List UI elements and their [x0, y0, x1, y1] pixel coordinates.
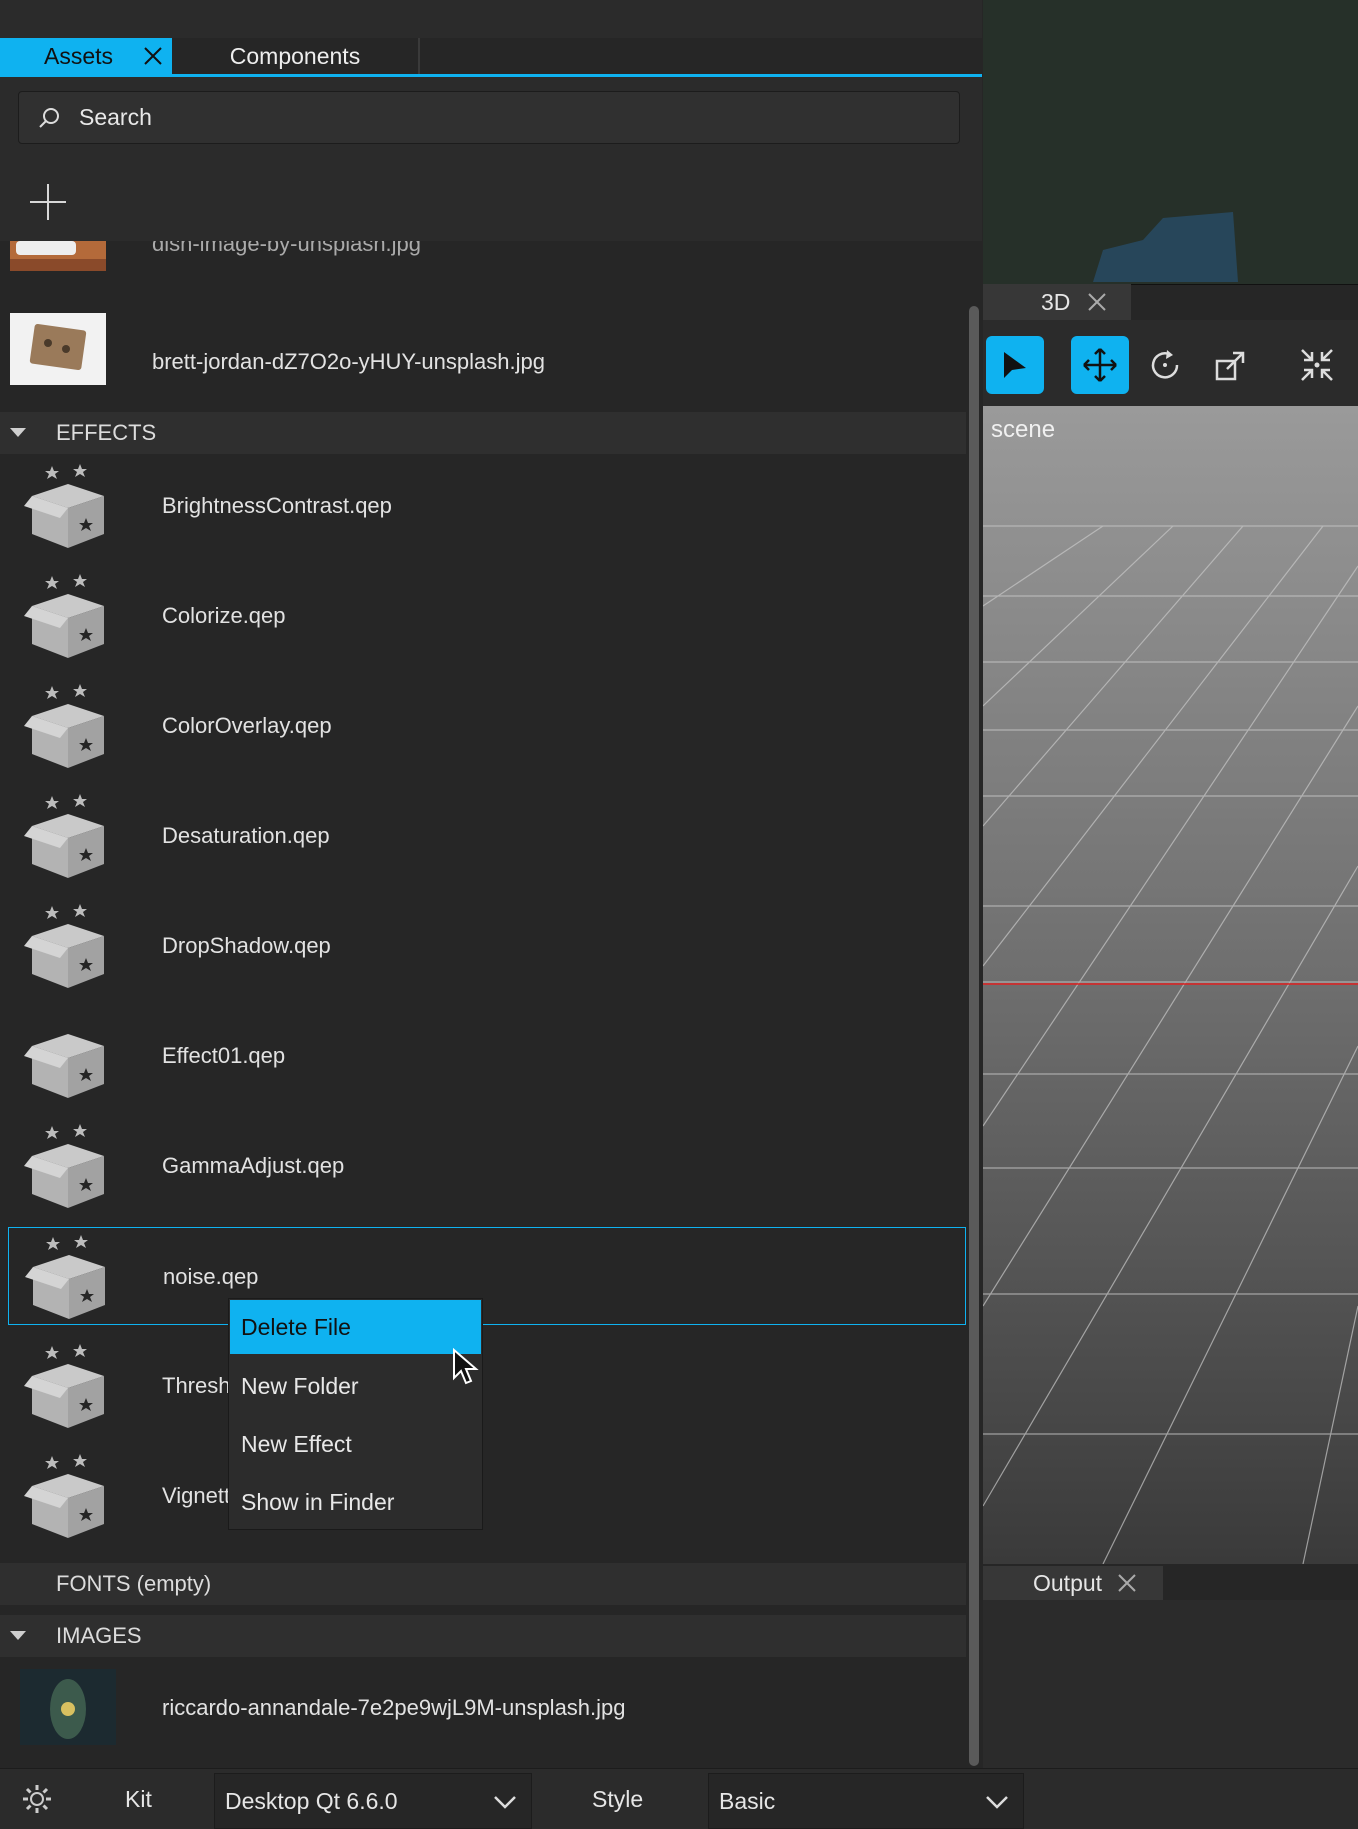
style-label: Style — [592, 1785, 644, 1812]
viewport-preview — [983, 0, 1358, 284]
menu-item-new-effect[interactable]: New Effect — [230, 1417, 481, 1471]
asset-list: dish-image-by-unsplash.jpg brett-jordan-… — [0, 241, 966, 1768]
effect-list-item[interactable]: DropShadow.qep — [0, 897, 966, 995]
section-label: FONTS (empty) — [56, 1571, 212, 1596]
effect-package-icon — [22, 1342, 114, 1430]
select-tool-button[interactable] — [986, 336, 1044, 394]
section-label: EFFECTS — [56, 420, 157, 445]
effect-package-icon — [22, 1122, 114, 1210]
list-item-label: riccardo-annandale-7e2pe9wjL9M-unsplash.… — [162, 1695, 626, 1720]
arrow-pointer-icon — [1004, 352, 1026, 378]
settings-button[interactable] — [20, 1769, 54, 1829]
effect-list-item[interactable]: Effect01.qep — [0, 1007, 966, 1105]
effect-name: ColorOverlay.qep — [162, 713, 332, 738]
chevron-down-icon — [986, 1796, 1008, 1809]
image-thumbnail — [10, 313, 106, 385]
effect-list-item[interactable]: Threshold.qep — [0, 1337, 966, 1435]
collapse-arrow-icon[interactable] — [10, 428, 26, 437]
effect-name: Desaturation.qep — [162, 823, 330, 848]
kit-dropdown[interactable]: Desktop Qt 6.6.0 — [214, 1773, 532, 1829]
list-item-label: dish-image-by-unsplash.jpg — [152, 241, 422, 256]
style-value: Basic — [719, 1787, 776, 1814]
section-images[interactable]: IMAGES — [0, 1615, 966, 1657]
close-icon[interactable] — [142, 45, 164, 67]
effect-list-item[interactable]: BrightnessContrast.qep — [0, 457, 966, 555]
chevron-down-icon — [494, 1796, 516, 1809]
effect-package-icon — [22, 792, 114, 880]
close-icon[interactable] — [1116, 1572, 1138, 1594]
menu-item-new-folder[interactable]: New Folder — [230, 1359, 481, 1413]
effect-name: Effect01.qep — [162, 1043, 286, 1068]
context-menu: Delete File New Folder New Effect Show i… — [228, 1298, 483, 1530]
search-input[interactable] — [77, 103, 959, 132]
effect-package-icon — [22, 572, 114, 660]
collapse-arrow-icon[interactable] — [10, 1631, 26, 1640]
section-label: IMAGES — [56, 1623, 142, 1648]
effect-package-icon — [22, 1452, 114, 1540]
tab-output[interactable]: Output — [983, 1566, 1163, 1600]
effect-list-item[interactable]: Desaturation.qep — [0, 787, 966, 885]
menu-item-show-in-finder[interactable]: Show in Finder — [230, 1475, 481, 1529]
output-panel — [983, 1600, 1358, 1768]
list-item[interactable]: brett-jordan-dZ7O2o-yHUY-unsplash.jpg — [0, 313, 966, 409]
collapse-icon — [1301, 349, 1333, 381]
effect-package-icon — [23, 1233, 115, 1321]
search-icon — [39, 107, 59, 128]
effect-name: noise.qep — [163, 1264, 259, 1289]
scale-tool-button[interactable] — [1202, 336, 1260, 394]
tab-3d-label: 3D — [1041, 288, 1071, 315]
fit-view-button[interactable] — [1288, 336, 1346, 394]
scene-grid — [983, 406, 1358, 1564]
effect-package-icon — [22, 902, 114, 990]
effect-list-item[interactable]: Colorize.qep — [0, 567, 966, 665]
status-bar: Kit Desktop Qt 6.6.0 Style Basic — [0, 1768, 1358, 1829]
effect-list-item[interactable]: GammaAdjust.qep — [0, 1117, 966, 1215]
section-fonts[interactable]: FONTS (empty) — [0, 1563, 966, 1605]
list-item-label: brett-jordan-dZ7O2o-yHUY-unsplash.jpg — [152, 349, 545, 374]
effect-name: GammaAdjust.qep — [162, 1153, 345, 1178]
effect-list-item[interactable]: noise.qep — [8, 1227, 966, 1325]
effect-name: Colorize.qep — [162, 603, 286, 628]
preview-image — [983, 0, 1358, 284]
menu-item-delete-file[interactable]: Delete File — [230, 1300, 481, 1354]
effect-list-item[interactable]: Vignette.qep — [0, 1447, 966, 1545]
kit-label: Kit — [125, 1785, 152, 1812]
effect-list-item[interactable]: ColorOverlay.qep — [0, 677, 966, 775]
add-icon[interactable] — [26, 180, 70, 224]
section-effects[interactable]: EFFECTS — [0, 412, 966, 454]
tab-assets[interactable]: Assets — [0, 38, 172, 74]
effect-package-icon — [22, 462, 114, 550]
image-thumbnail — [10, 241, 106, 271]
tab-components-label: Components — [229, 42, 361, 69]
rotate-icon — [1151, 350, 1179, 379]
tab-assets-label: Assets — [44, 42, 114, 69]
mouse-cursor-icon — [453, 1348, 479, 1385]
scrollbar-thumb[interactable] — [969, 306, 979, 1766]
image-thumbnail — [20, 1669, 116, 1745]
search-field[interactable] — [18, 91, 960, 144]
tab-output-label: Output — [1033, 1569, 1103, 1596]
kit-value: Desktop Qt 6.6.0 — [225, 1787, 398, 1814]
rotate-tool-button[interactable] — [1136, 336, 1194, 394]
list-item[interactable]: riccardo-annandale-7e2pe9wjL9M-unsplash.… — [0, 1659, 966, 1755]
effect-name: DropShadow.qep — [162, 933, 331, 958]
style-dropdown[interactable]: Basic — [708, 1773, 1024, 1829]
effect-package-icon — [22, 682, 114, 770]
scene-label: scene — [991, 416, 1056, 443]
list-item[interactable]: dish-image-by-unsplash.jpg — [0, 241, 966, 271]
move-icon — [1083, 348, 1117, 382]
close-icon[interactable] — [1086, 291, 1108, 313]
title-bar — [0, 0, 982, 39]
scale-icon — [1215, 351, 1245, 381]
tab-components[interactable]: Components — [172, 38, 420, 74]
gear-icon — [23, 1785, 51, 1813]
effect-name: BrightnessContrast.qep — [162, 493, 392, 518]
panel-tab-bar: Assets Components — [0, 38, 982, 77]
3d-scene-view[interactable]: scene — [983, 406, 1358, 1564]
move-tool-button[interactable] — [1071, 336, 1129, 394]
effect-package-icon — [22, 1012, 114, 1100]
tab-3d[interactable]: 3D — [983, 284, 1131, 320]
